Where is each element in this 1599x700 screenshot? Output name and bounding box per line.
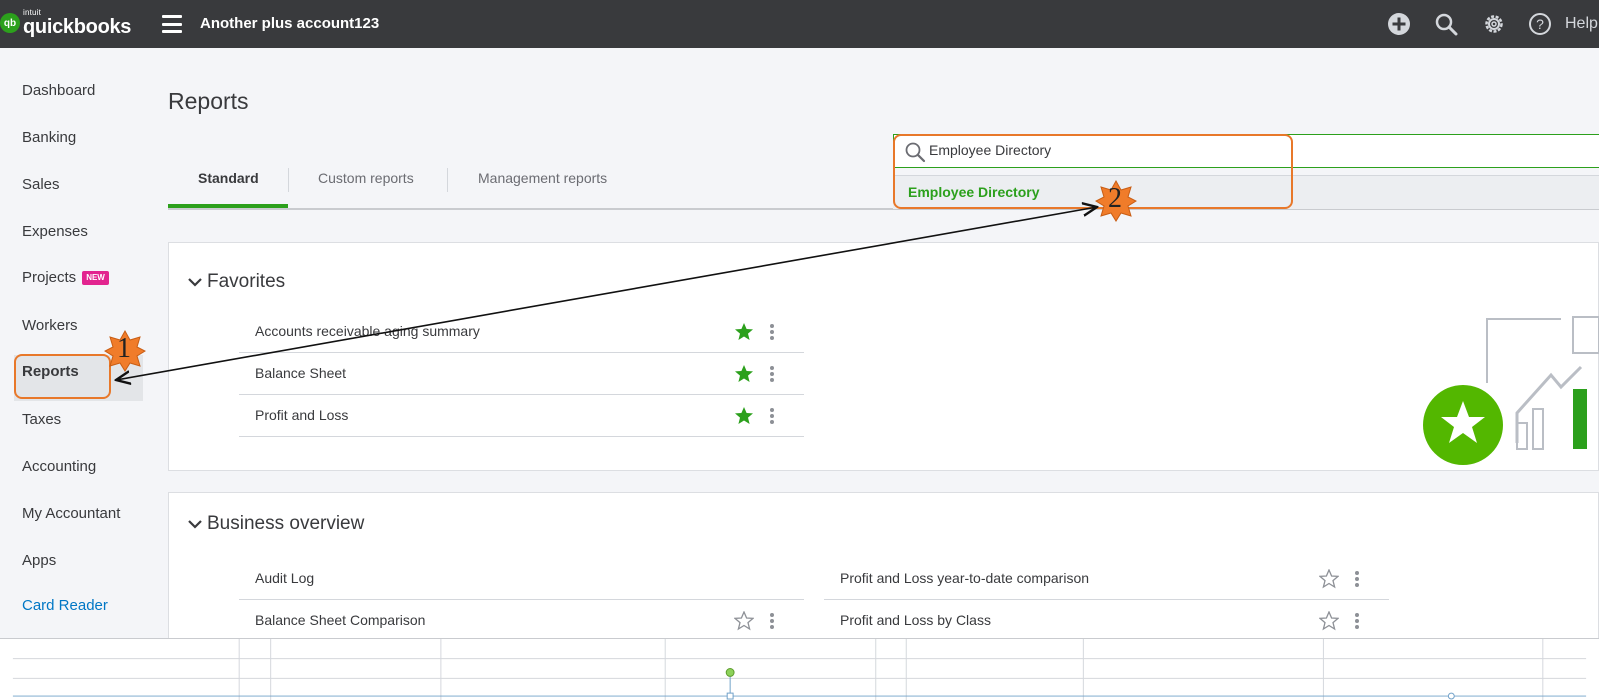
annotation-number-2: 2 — [1108, 183, 1122, 214]
favorites-header[interactable]: Favorites — [187, 271, 285, 293]
report-link[interactable]: Accounts receivable aging summary — [255, 323, 480, 339]
new-badge: NEW — [82, 271, 109, 286]
top-bar: qb intuit quickbooks Another plus accoun… — [0, 0, 1599, 48]
more-options-icon[interactable] — [769, 611, 775, 631]
list-item: Audit Log — [239, 559, 804, 600]
tab-management-reports[interactable]: Management reports — [478, 170, 607, 186]
chevron-down-icon — [188, 278, 202, 287]
logo-brand-text: quickbooks — [23, 16, 132, 38]
chevron-down-icon — [188, 520, 202, 529]
tab-standard[interactable]: Standard — [198, 170, 259, 186]
sidebar-item-my-accountant[interactable]: My Accountant — [22, 502, 120, 526]
more-options-icon[interactable] — [769, 322, 775, 342]
favorites-illustration-icon — [1423, 316, 1599, 465]
more-options-icon[interactable] — [769, 406, 775, 426]
favorites-title: Favorites — [207, 271, 286, 292]
business-overview-header[interactable]: Business overview — [187, 513, 364, 535]
hamburger-menu-icon[interactable] — [162, 15, 182, 33]
help-icon[interactable]: ? — [1528, 12, 1552, 36]
report-link[interactable]: Profit and Loss — [255, 407, 348, 423]
gear-icon[interactable] — [1482, 12, 1506, 36]
list-item: Profit and Loss — [239, 396, 804, 437]
search-icon[interactable] — [1434, 12, 1458, 36]
sidebar-item-apps[interactable]: Apps — [22, 549, 56, 573]
star-outline-icon[interactable] — [1319, 569, 1339, 589]
page-title: Reports — [168, 88, 249, 114]
sidebar-item-projects[interactable]: Projects NEW — [22, 266, 109, 290]
annotation-highlight-reports — [14, 354, 111, 399]
report-link[interactable]: Audit Log — [255, 570, 314, 586]
tab-custom-reports[interactable]: Custom reports — [318, 170, 414, 186]
list-item: Balance Sheet Comparison — [239, 601, 804, 642]
quickbooks-logo[interactable]: qb intuit quickbooks — [0, 9, 131, 37]
star-outline-icon[interactable] — [734, 611, 754, 631]
plus-icon[interactable] — [1387, 12, 1411, 36]
sidebar-item-taxes[interactable]: Taxes — [22, 408, 61, 432]
svg-text:?: ? — [1536, 16, 1544, 32]
annotation-number-1: 1 — [117, 333, 131, 364]
qb-logo-icon: qb — [0, 13, 20, 33]
list-item: Accounts receivable aging summary — [239, 312, 804, 353]
sidebar-item-sales[interactable]: Sales — [22, 173, 60, 197]
report-link[interactable]: Profit and Loss by Class — [840, 612, 991, 628]
list-item: Balance Sheet — [239, 354, 804, 395]
report-link[interactable]: Profit and Loss year-to-date comparison — [840, 570, 1089, 586]
help-label[interactable]: Help — [1565, 15, 1598, 33]
report-link[interactable]: Balance Sheet Comparison — [255, 612, 425, 628]
star-filled-icon[interactable] — [734, 322, 754, 342]
list-item: Profit and Loss by Class — [824, 601, 1389, 642]
more-options-icon[interactable] — [1354, 569, 1360, 589]
tab-divider — [447, 168, 448, 192]
sidebar-item-label: Projects — [22, 269, 77, 286]
list-item: Profit and Loss year-to-date comparison — [824, 559, 1389, 600]
business-overview-title: Business overview — [207, 513, 365, 534]
annotation-highlight-search — [893, 134, 1293, 209]
star-filled-icon[interactable] — [734, 364, 754, 384]
sidebar-item-expenses[interactable]: Expenses — [22, 220, 88, 244]
sidebar-item-card-reader[interactable]: Card Reader — [22, 594, 108, 618]
tab-divider — [288, 168, 289, 192]
sidebar-item-accounting[interactable]: Accounting — [22, 455, 96, 479]
report-link[interactable]: Balance Sheet — [255, 365, 346, 381]
active-tab-indicator — [168, 204, 288, 208]
spreadsheet-grid-strip — [0, 638, 1599, 700]
star-outline-icon[interactable] — [1319, 611, 1339, 631]
business-overview-card: Business overview Audit Log Balance Shee… — [168, 492, 1599, 652]
company-name: Another plus account123 — [200, 15, 380, 32]
sidebar-item-dashboard[interactable]: Dashboard — [22, 79, 95, 103]
sidebar-item-banking[interactable]: Banking — [22, 126, 76, 150]
star-filled-icon[interactable] — [734, 406, 754, 426]
sidebar-item-workers[interactable]: Workers — [22, 314, 78, 338]
more-options-icon[interactable] — [769, 364, 775, 384]
favorites-card: Favorites Accounts receivable aging summ… — [168, 242, 1599, 471]
more-options-icon[interactable] — [1354, 611, 1360, 631]
